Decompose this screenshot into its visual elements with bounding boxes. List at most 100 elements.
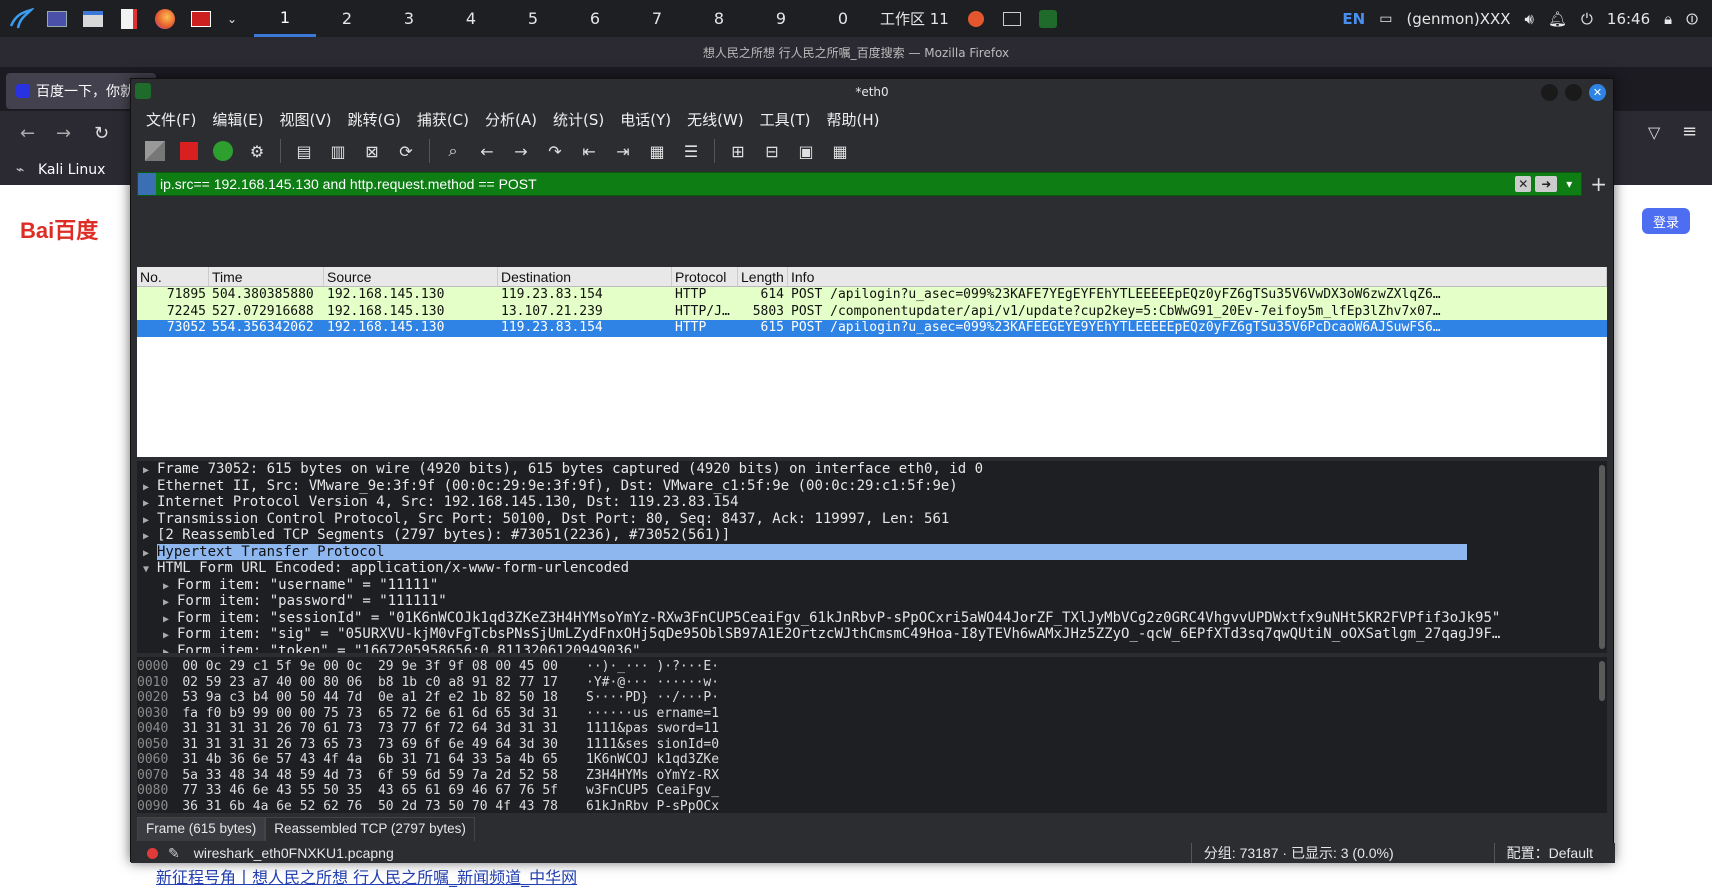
tab-reassembled-bytes[interactable]: Reassembled TCP (2797 bytes) [265, 817, 475, 841]
lock-icon[interactable]: 🔒︎ [1664, 10, 1672, 28]
workspace-0[interactable]: 0 [812, 0, 874, 37]
detail-ethernet[interactable]: ▶ Ethernet II, Src: VMware_9e:3f:9f (00:0… [137, 478, 1607, 495]
bookmark-kali-linux[interactable]: Kali Linux [38, 162, 105, 178]
bytes-scrollbar[interactable] [1599, 661, 1605, 701]
display-filter-input[interactable] [160, 176, 1516, 192]
detail-ipv4[interactable]: ▶ Internet Protocol Version 4, Src: 192.1… [137, 494, 1607, 511]
go-to-packet-icon[interactable]: ↷ [541, 137, 569, 165]
find-packet-icon[interactable]: ⌕ [439, 137, 467, 165]
detail-form[interactable]: ▼ HTML Form URL Encoded: application/x-ww… [137, 560, 1607, 577]
minimize-icon[interactable] [1541, 84, 1558, 101]
detail-tcp[interactable]: ▶ Transmission Control Protocol, Src Port… [137, 511, 1607, 528]
hex-row[interactable]: 0020 53 9a c3 b4 00 50 44 7d 0e a1 2f e2 … [137, 690, 1607, 706]
autoscroll-icon[interactable]: ▦ [643, 137, 671, 165]
capture-options-icon[interactable]: ⚙ [243, 137, 271, 165]
first-packet-icon[interactable]: ⇤ [575, 137, 603, 165]
menu-go[interactable]: 跳转(G) [347, 107, 402, 132]
filter-bookmark-icon[interactable] [138, 173, 156, 195]
zoom-in-icon[interactable]: ⊞ [724, 137, 752, 165]
open-file-icon[interactable]: ▤ [290, 137, 318, 165]
menu-capture[interactable]: 捕获(C) [416, 107, 470, 132]
keyboard-layout[interactable]: EN [1342, 10, 1365, 28]
login-button[interactable]: 登录 [1642, 208, 1690, 234]
pocket-icon[interactable]: ▽ [1648, 123, 1660, 142]
menu-help[interactable]: 帮助(H) [826, 107, 881, 132]
file-manager-icon[interactable] [78, 4, 108, 34]
menu-wireless[interactable]: 无线(W) [686, 107, 745, 132]
workspace-2[interactable]: 2 [316, 0, 378, 37]
collapse-arrow-icon[interactable]: ▼ [143, 562, 157, 579]
terminal-icon[interactable] [186, 4, 216, 34]
chevron-down-icon[interactable]: ⌄ [222, 4, 242, 34]
workspace-9[interactable]: 9 [750, 0, 812, 37]
firefox-icon[interactable] [150, 4, 180, 34]
menu-statistics[interactable]: 统计(S) [552, 107, 605, 132]
hex-row[interactable]: 0090 36 31 6b 4a 6e 52 62 76 50 2d 73 50 … [137, 799, 1607, 814]
detail-reassembled[interactable]: ▶ [2 Reassembled TCP Segments (2797 bytes… [137, 527, 1607, 544]
hex-row[interactable]: 0000 00 0c 29 c1 5f 9e 00 0c 29 9e 3f 9f … [137, 659, 1607, 675]
detail-frame[interactable]: ▶ Frame 73052: 615 bytes on wire (4920 bi… [137, 461, 1607, 478]
last-packet-icon[interactable]: ⇥ [609, 137, 637, 165]
detail-http[interactable]: ▶ Hypertext Transfer Protocol [137, 543, 1607, 560]
filter-history-icon[interactable]: ▾ [1561, 176, 1577, 192]
resize-columns-icon[interactable]: ▦ [826, 137, 854, 165]
form-item-sessionid[interactable]: ▶ Form item: "sessionId" = "01K6nWCOJk1qd… [137, 610, 1607, 627]
details-scrollbar[interactable] [1599, 465, 1605, 649]
maximize-icon[interactable] [1565, 84, 1582, 101]
back-icon[interactable]: ← [20, 123, 35, 144]
tab-frame-bytes[interactable]: Frame (615 bytes) [137, 817, 266, 841]
reload-icon[interactable]: ↻ [94, 123, 109, 144]
capture-comment-icon[interactable]: ✎ [168, 845, 180, 862]
menu-edit[interactable]: 编辑(E) [211, 107, 264, 132]
workspace-4[interactable]: 4 [440, 0, 502, 37]
packet-row[interactable]: 72245 527.072916688 192.168.145.130 13.1… [137, 303, 1607, 320]
baidu-logo[interactable]: Bai百度 [20, 213, 98, 245]
logout-icon[interactable]: ⏼ [1686, 10, 1698, 28]
hamburger-menu-icon[interactable]: ≡ [1682, 121, 1697, 142]
close-icon[interactable]: ✕ [1589, 84, 1606, 101]
form-item-token[interactable]: ▶ Form item: "token" = "1667205958656:0.8… [137, 643, 1607, 654]
hex-row[interactable]: 0050 31 31 31 31 26 73 65 73 73 69 6f 6e … [137, 737, 1607, 753]
next-packet-icon[interactable]: → [507, 137, 535, 165]
normal-size-icon[interactable]: ▣ [792, 137, 820, 165]
menu-file[interactable]: 文件(F) [145, 107, 197, 132]
news-link[interactable]: 新征程号角丨想人民之所想 行人民之所嘱_新闻频道_中华网 [156, 864, 577, 888]
col-source[interactable]: Source [324, 267, 498, 286]
hex-row[interactable]: 0010 02 59 23 a7 40 00 80 06 b8 1b c0 a8 … [137, 675, 1607, 691]
hex-row[interactable]: 0040 31 31 31 31 26 70 61 73 73 77 6f 72 … [137, 721, 1607, 737]
forward-icon[interactable]: → [56, 123, 71, 144]
menu-tools[interactable]: 工具(T) [759, 107, 812, 132]
restart-capture-icon[interactable] [209, 137, 237, 165]
workspace-3[interactable]: 3 [378, 0, 440, 37]
menu-telephony[interactable]: 电话(Y) [619, 107, 672, 132]
workspace-6[interactable]: 6 [564, 0, 626, 37]
add-filter-button-icon[interactable]: + [1590, 172, 1607, 196]
previous-packet-icon[interactable]: ← [473, 137, 501, 165]
hex-row[interactable]: 0060 31 4b 36 6e 57 43 4f 4a 6b 31 71 64 … [137, 752, 1607, 768]
col-protocol[interactable]: Protocol [672, 267, 738, 286]
workspace-11[interactable]: 工作区 11 [874, 8, 955, 29]
close-file-icon[interactable]: ⊠ [358, 137, 386, 165]
packet-row[interactable]: 71895 504.380385880 192.168.145.130 119.… [137, 287, 1607, 304]
hex-row[interactable]: 0070 5a 33 48 34 48 59 4d 73 6f 59 6d 59 … [137, 768, 1607, 784]
form-item-password[interactable]: ▶ Form item: "password" = "111111" [137, 593, 1607, 610]
expand-arrow-icon[interactable]: ▶ [163, 645, 177, 654]
workspace-7[interactable]: 7 [626, 0, 688, 37]
save-file-icon[interactable]: ▥ [324, 137, 352, 165]
form-item-username[interactable]: ▶ Form item: "username" = "11111" [137, 577, 1607, 594]
profile[interactable]: 配置：Default [1493, 843, 1615, 863]
form-item-sig[interactable]: ▶ Form item: "sig" = "05URXVU-kjM0vFgTcbs… [137, 626, 1607, 643]
kali-menu-icon[interactable] [6, 4, 36, 34]
display-icon[interactable]: ▭ [1379, 11, 1392, 27]
col-no[interactable]: No. [137, 267, 209, 286]
workspace-5[interactable]: 5 [502, 0, 564, 37]
colorize-icon[interactable]: ☰ [677, 137, 705, 165]
reload-file-icon[interactable]: ⟳ [392, 137, 420, 165]
start-capture-icon[interactable] [141, 137, 169, 165]
volume-icon[interactable]: 🔊︎ [1525, 10, 1534, 28]
text-editor-icon[interactable] [114, 4, 144, 34]
clear-filter-icon[interactable]: ✕ [1515, 176, 1532, 192]
expert-info-icon[interactable] [147, 847, 158, 859]
col-time[interactable]: Time [209, 267, 324, 286]
stop-capture-icon[interactable] [175, 137, 203, 165]
